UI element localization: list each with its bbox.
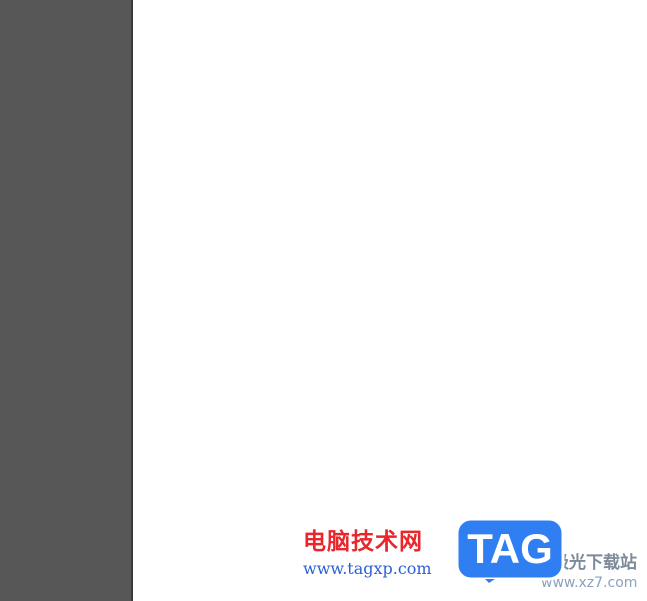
left-sidebar-panel [0, 0, 133, 601]
watermark-site-name: 电脑技术网 [303, 529, 423, 555]
document-canvas[interactable] [135, 0, 647, 601]
watermark-site-url: www.tagxp.com [303, 559, 432, 578]
tag-logo-text: TAG [467, 525, 553, 572]
app-window: 电脑技术网 www.tagxp.com 极光下载站 www.xz7.com TA… [0, 0, 647, 601]
tag-logo-icon: TAG [455, 517, 565, 583]
